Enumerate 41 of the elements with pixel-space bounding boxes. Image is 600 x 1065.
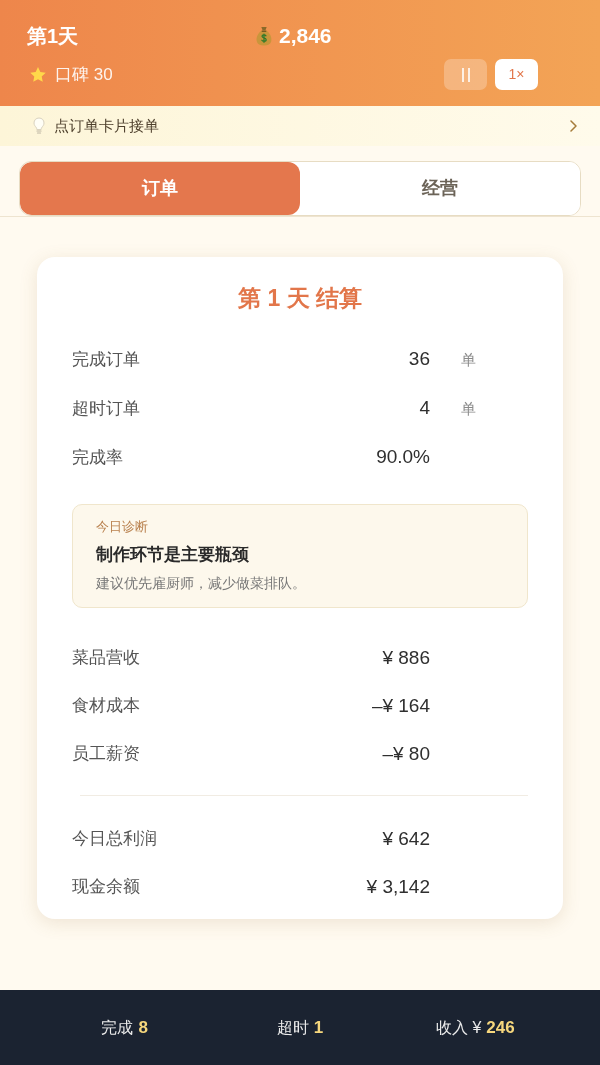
pause-icon [461, 67, 470, 82]
row-value: 90.0% [376, 445, 430, 470]
star-icon [29, 65, 47, 84]
row-value: ¥ 3,142 [366, 874, 430, 899]
card-title: 第 1 天 结算 [237, 284, 363, 313]
diagnosis-title: 制作环节是主要瓶颈 [96, 544, 250, 566]
status-label: 超时 [276, 1017, 309, 1038]
status-label: 收入 ¥ [435, 1017, 482, 1038]
diagnosis-label: 今日诊断 [96, 518, 149, 536]
unit-label: 单 [461, 399, 476, 417]
status-value: 1 [313, 1016, 324, 1039]
status-value: 8 [138, 1016, 148, 1039]
diagnosis-text: 建议优先雇厨师，减少做菜排队。 [96, 574, 307, 593]
speed-button[interactable]: 1× [495, 59, 538, 90]
unit-label: 单 [461, 350, 476, 368]
pause-button[interactable] [444, 59, 487, 90]
day-label: 第1天 [27, 24, 80, 49]
row-value: 36 [408, 347, 430, 372]
hint-text: 点订单卡片接单 [54, 115, 159, 136]
status-value: 246 [486, 1016, 515, 1039]
money-bag-icon [255, 26, 273, 46]
chevron-right-icon [570, 120, 577, 132]
row-label: 食材成本 [72, 695, 140, 718]
row-value: 4 [419, 396, 430, 421]
row-label: 现金余额 [72, 876, 140, 899]
reputation-label: 口碑 30 [55, 63, 113, 86]
hint-bar[interactable]: 点订单卡片接单 [0, 106, 600, 146]
row-label: 菜品营收 [72, 647, 140, 670]
money-amount: 2,846 [279, 23, 332, 49]
tab[interactable]: 订单 [20, 162, 300, 215]
row-label: 超时订单 [72, 397, 140, 420]
row-value: –¥ 164 [371, 693, 430, 718]
row-label: 完成率 [72, 446, 123, 469]
row-label: 完成订单 [72, 348, 140, 371]
row-value: ¥ 642 [382, 826, 430, 851]
lightbulb-icon [33, 117, 45, 135]
row-label: 员工薪资 [72, 743, 140, 766]
row-value: –¥ 80 [382, 741, 430, 766]
row-label: 今日总利润 [72, 828, 157, 851]
status-label: 完成 [101, 1017, 134, 1038]
row-value: ¥ 886 [382, 645, 430, 670]
